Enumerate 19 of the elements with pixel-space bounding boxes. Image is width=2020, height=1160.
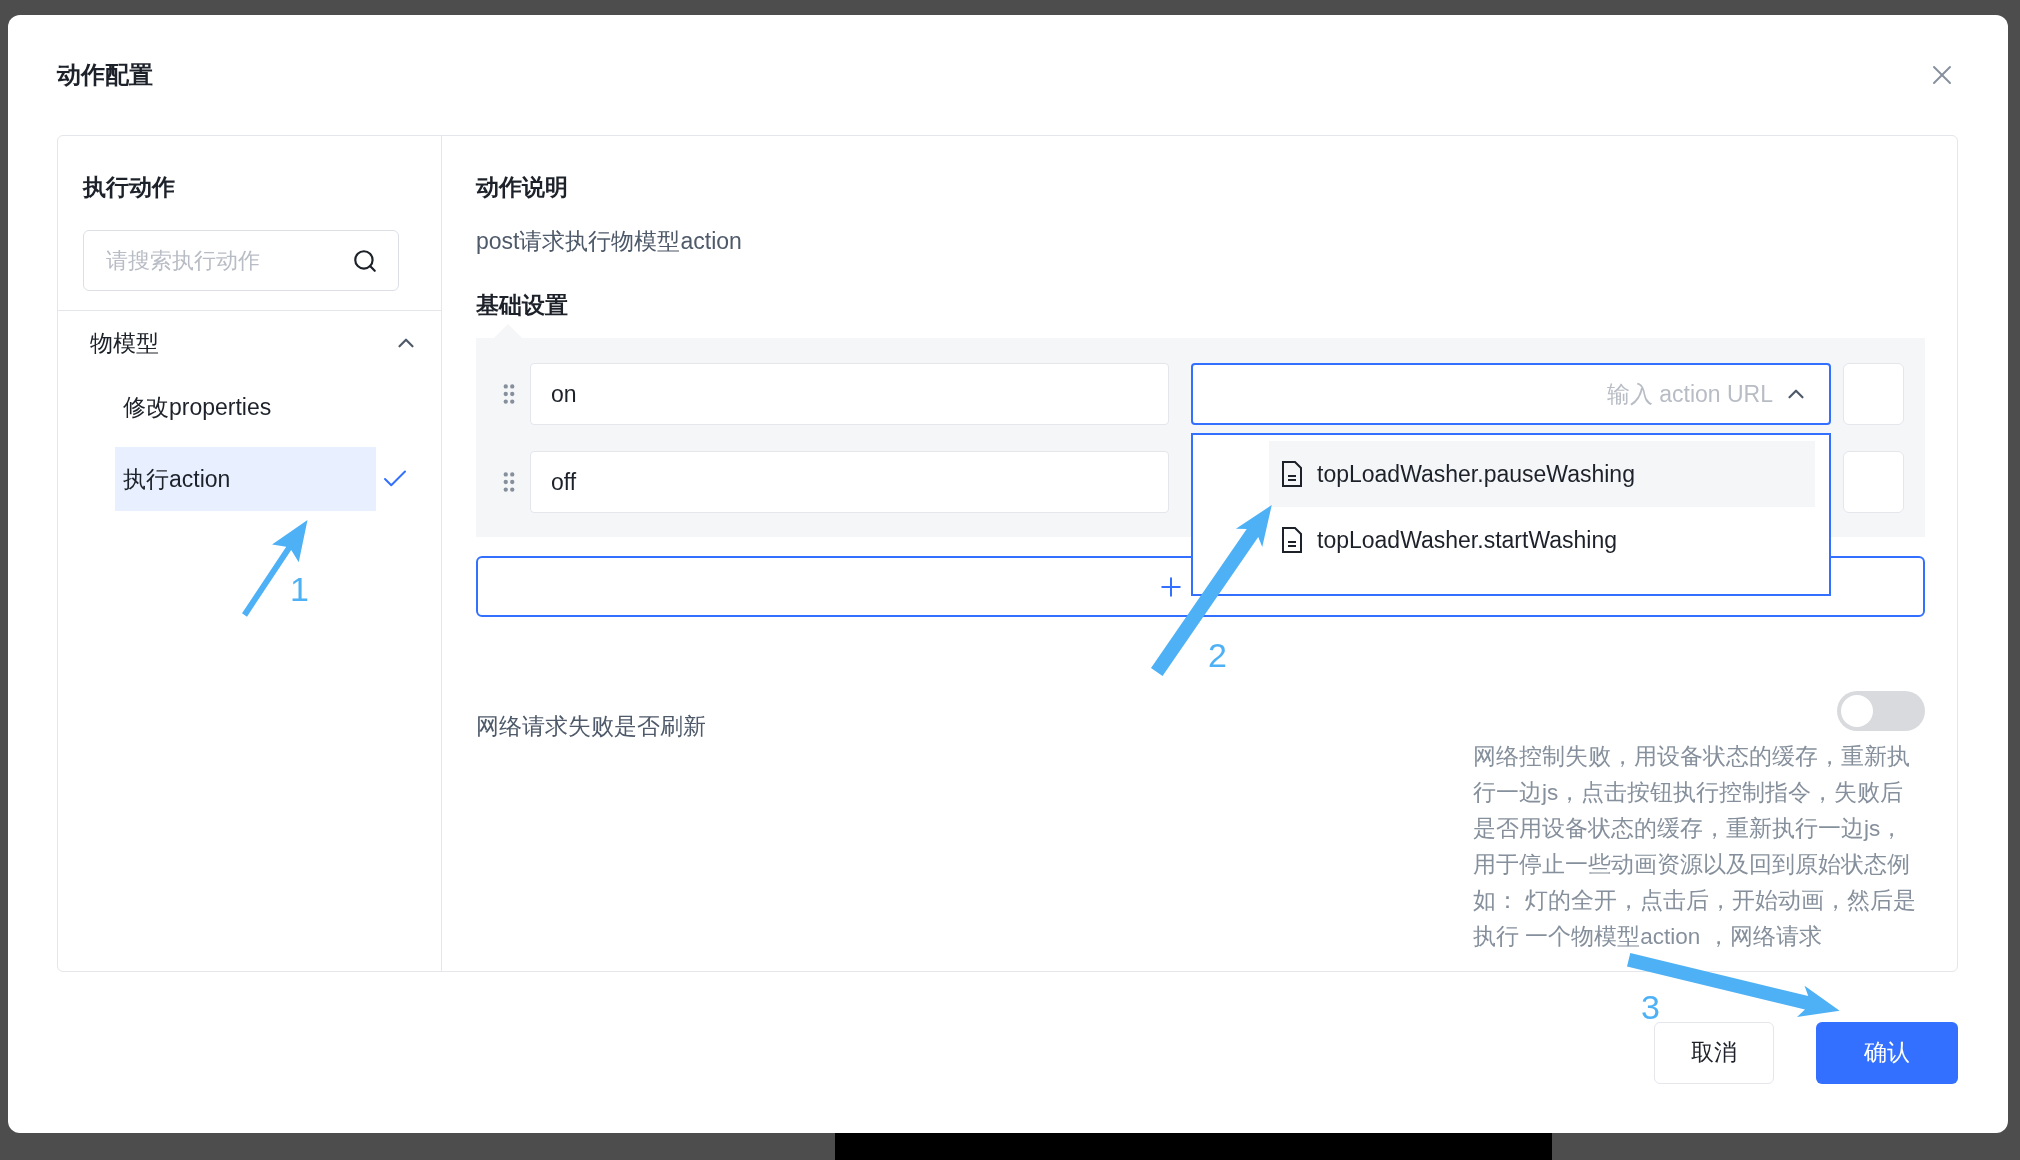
section-title: 执行动作 (83, 173, 176, 202)
search-field[interactable]: 请搜索执行动作 (83, 230, 399, 291)
action-item[interactable]: 执行action (115, 447, 376, 511)
value-field[interactable]: on (530, 363, 1169, 425)
cancel-button[interactable]: 取消 (1654, 1021, 1774, 1084)
section-title: 动作说明 (476, 173, 569, 202)
group-header[interactable]: 物模型 (58, 311, 441, 375)
value-field[interactable]: off (530, 451, 1169, 513)
annotation-number: 3 (1641, 990, 1660, 1024)
confirm-button[interactable]: 确认 (1816, 1021, 1958, 1084)
setting-label: 网络请求失败是否刷新 (476, 712, 706, 741)
annotation-number: 1 (290, 572, 309, 606)
dialog-title: 动作配置 (57, 60, 153, 90)
help-text: 网络控制失败，用设备状态的缓存，重新执行一边js，点击按钮执行控制指令，失败后是否用设备状态的缓存，重新执行一边js，用于停止一些动画资源以及回到原始状态例如： 灯的全开，点击后，开始动画，然后是执行 一个物模型action ，网络请求 (1473, 743, 1918, 951)
action-description: post请求执行物模型action (476, 227, 743, 256)
annotation-number: 2 (1208, 638, 1227, 672)
action-item[interactable]: 修改properties (115, 375, 376, 439)
section-title: 基础设置 (476, 291, 569, 320)
dropdown-option[interactable]: topLoadWasher.pauseWashing (1269, 441, 1815, 507)
